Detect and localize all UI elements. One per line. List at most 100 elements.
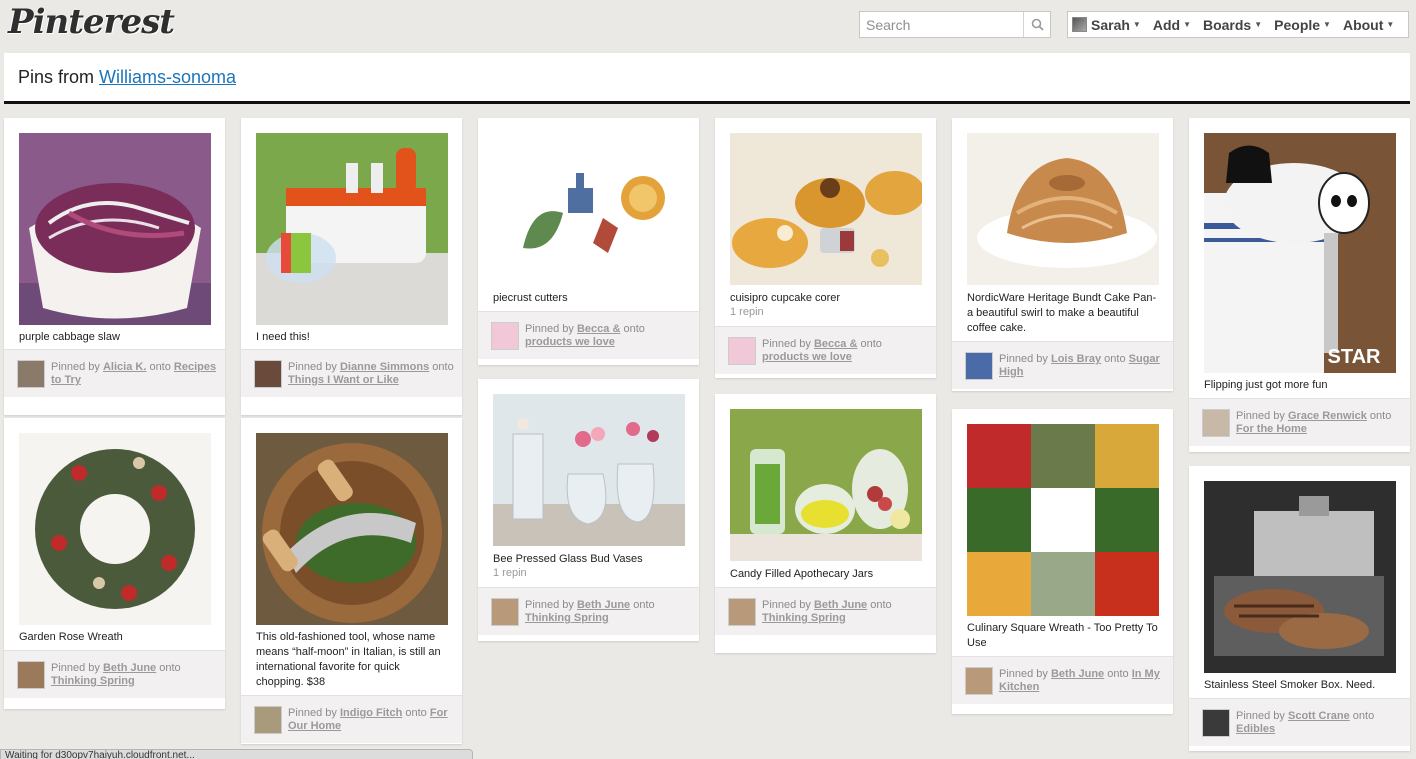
pin-image[interactable] [967,133,1159,285]
pin-attribution: Pinned by Grace Renwick onto For the Hom… [1189,398,1410,446]
pin-image[interactable] [256,133,448,325]
pinner-avatar[interactable] [254,706,282,734]
onto-label: onto [857,338,882,350]
pinned-by-text: Pinned by Alicia K. onto Recipes to Try [51,361,219,387]
pinner-link[interactable]: Lois Bray [1051,353,1101,365]
onto-label: onto [1349,710,1375,722]
pinner-link[interactable]: Beth June [103,662,156,674]
pin-description: piecrust cutters [493,292,568,304]
pinner-avatar[interactable] [254,360,282,388]
pinner-link[interactable]: Becca & [577,323,620,335]
pin-attribution: Pinned by Scott Crane onto Edibles [1189,698,1410,746]
pinned-by-label: Pinned by [1236,710,1288,722]
pin-description: Candy Filled Apothecary Jars [730,568,874,580]
pin-card[interactable]: purple cabbage slaw Pinned by Alicia K. o… [4,118,225,415]
pinner-avatar[interactable] [491,322,519,350]
pinned-by-text: Pinned by Beth June onto Thinking Spring [525,599,693,625]
pinner-avatar[interactable] [491,598,519,626]
pinner-link[interactable]: Scott Crane [1288,710,1350,722]
pin-image[interactable] [493,394,685,546]
pin-card[interactable]: This old-fashioned tool, whose name mean… [241,418,462,744]
pin-image[interactable]: STAR [1204,133,1396,373]
board-link[interactable]: Things I Want or Like [288,374,399,386]
pin-image[interactable] [256,433,448,625]
pin-card[interactable]: Candy Filled Apothecary Jars Pinned by Be… [715,394,936,653]
pinner-avatar[interactable] [965,352,993,380]
board-link[interactable]: Thinking Spring [762,612,846,624]
chevron-down-icon: ▼ [1386,20,1395,29]
pin-attribution: Pinned by Beth June onto Thinking Spring [4,650,225,698]
pinned-by-text: Pinned by Scott Crane onto Edibles [1236,710,1404,736]
pin-card[interactable]: I need this! Pinned by Dianne Simmons ont… [241,118,462,415]
pin-card[interactable]: Stainless Steel Smoker Box. Need. Pinned … [1189,466,1410,751]
pin-image[interactable] [730,409,922,561]
pinner-avatar[interactable] [1202,409,1230,437]
board-link[interactable]: For the Home [1236,423,1307,435]
chevron-down-icon: ▼ [1183,20,1191,29]
pin-description: I need this! [256,331,310,343]
pin-card[interactable]: STAR Flipping just got more fun Pinned by … [1189,118,1410,452]
source-link[interactable]: Williams-sonoma [99,67,236,87]
pin-card[interactable]: Bee Pressed Glass Bud Vases 1 repin Pinned… [478,379,699,641]
pin-card[interactable]: NordicWare Heritage Bundt Cake Pan- a be… [952,118,1173,391]
pin-image[interactable] [967,424,1159,616]
pin-repin-count: 1 repin [730,306,764,318]
pinner-avatar[interactable] [965,667,993,695]
nav-add-label: Add [1152,16,1181,33]
nav-user-label: Sarah [1091,16,1130,33]
pinned-by-text: Pinned by Becca & onto products we love [525,323,693,349]
nav-add-menu[interactable]: Add ▼ [1147,12,1197,37]
pinner-link[interactable]: Alicia K. [103,361,146,373]
pin-image[interactable] [19,133,211,325]
pinner-link[interactable]: Grace Renwick [1288,410,1367,422]
pin-attribution: Pinned by Beth June onto Thinking Spring [715,587,936,635]
board-link[interactable]: products we love [762,351,852,363]
pin-card[interactable]: piecrust cutters Pinned by Becca & onto p… [478,118,699,365]
pin-attribution: Pinned by Lois Bray onto Sugar High [952,341,1173,389]
pinner-avatar[interactable] [1202,709,1230,737]
pinner-avatar[interactable] [17,661,45,689]
nav-about-label: About [1342,16,1384,33]
pinner-link[interactable]: Becca & [814,338,857,350]
pin-card[interactable]: cuisipro cupcake corer 1 repin Pinned by B… [715,118,936,378]
pin-image[interactable] [493,133,685,285]
pinner-link[interactable]: Beth June [1051,668,1104,680]
pin-attribution: Pinned by Becca & onto products we love [478,311,699,359]
pin-image[interactable] [19,433,211,625]
search-button[interactable] [1023,12,1050,37]
search-input[interactable] [860,12,1023,37]
pinner-avatar[interactable] [728,337,756,365]
pinned-by-text: Pinned by Indigo Fitch onto For Our Home [288,707,456,733]
pinner-avatar[interactable] [17,360,45,388]
pinner-link[interactable]: Indigo Fitch [340,707,402,719]
onto-label: onto [1366,410,1392,422]
nav-boards-label: Boards [1202,16,1252,33]
user-avatar[interactable] [1072,17,1087,32]
pinterest-logo[interactable]: Pinterest [8,2,175,42]
onto-label: onto [1101,353,1129,365]
nav-about-menu[interactable]: About ▼ [1337,12,1400,37]
pinner-link[interactable]: Beth June [814,599,867,611]
nav-people-menu[interactable]: People ▼ [1268,12,1337,37]
pin-image[interactable] [1204,481,1396,673]
board-link[interactable]: Thinking Spring [525,612,609,624]
search-icon [1031,18,1044,31]
search-box [859,11,1051,38]
pin-image[interactable] [730,133,925,285]
board-link[interactable]: Edibles [1236,723,1275,735]
pinner-link[interactable]: Dianne Simmons [340,361,429,373]
pin-card[interactable]: Garden Rose Wreath Pinned by Beth June on… [4,418,225,709]
chevron-down-icon: ▼ [1132,20,1141,29]
pinner-link[interactable]: Beth June [577,599,630,611]
board-link[interactable]: products we love [525,336,615,348]
chevron-down-icon: ▼ [1254,20,1263,29]
nav-user-menu[interactable]: Sarah ▼ [1091,12,1147,37]
board-link[interactable]: Thinking Spring [51,675,135,687]
pinner-avatar[interactable] [728,598,756,626]
onto-label: onto [1104,668,1132,680]
pinned-by-label: Pinned by [999,668,1051,680]
pin-description: This old-fashioned tool, whose name mean… [256,631,441,688]
pin-card[interactable]: Culinary Square Wreath - Too Pretty To U… [952,409,1173,714]
pinned-by-text: Pinned by Beth June onto Thinking Spring [51,662,219,688]
nav-boards-menu[interactable]: Boards ▼ [1197,12,1268,37]
